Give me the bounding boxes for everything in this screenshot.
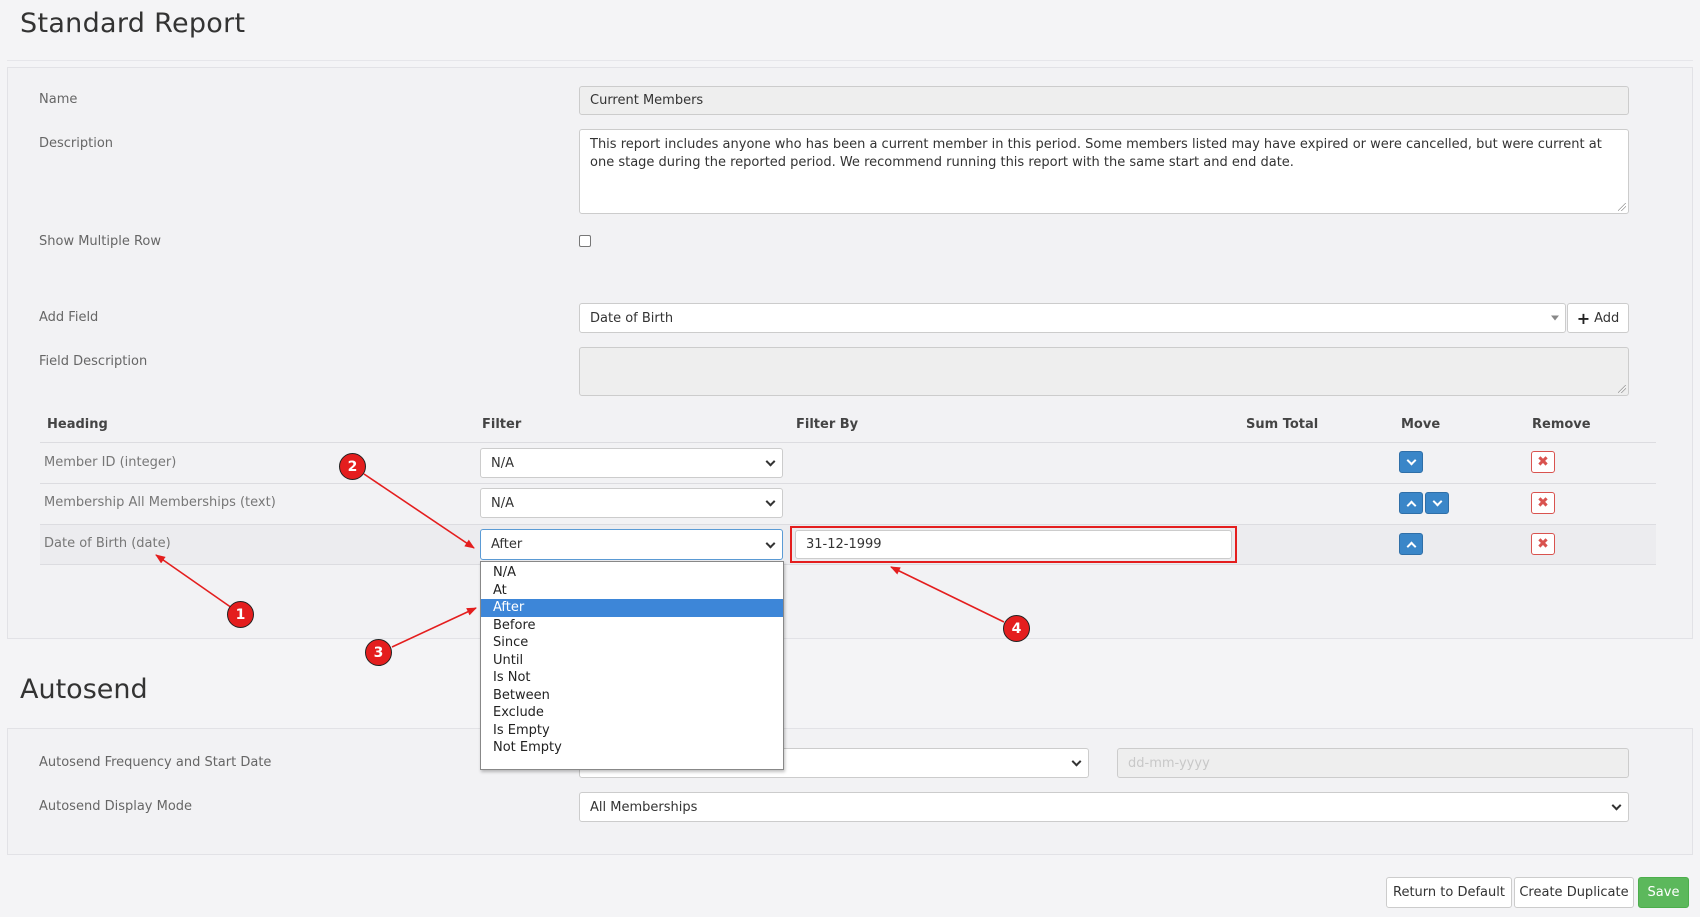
row-heading-membership: Membership All Memberships (text) <box>44 495 276 510</box>
remove-row-button[interactable]: ✖ <box>1531 451 1555 473</box>
header-divider <box>40 442 1656 443</box>
return-to-default-button[interactable]: Return to Default <box>1386 877 1512 908</box>
row-filter-value: After <box>491 537 523 552</box>
name-value: Current Members <box>590 93 704 108</box>
save-button[interactable]: Save <box>1638 877 1689 908</box>
row-heading-member-id: Member ID (integer) <box>44 455 177 470</box>
move-up-button[interactable] <box>1399 492 1423 514</box>
chevron-up-icon <box>1406 541 1416 551</box>
remove-row-button[interactable]: ✖ <box>1531 492 1555 514</box>
autosend-frequency-label: Autosend Frequency and Start Date <box>39 755 272 770</box>
filter-option-after[interactable]: After <box>481 599 783 617</box>
row-heading-date-of-birth: Date of Birth (date) <box>44 536 171 551</box>
chevron-down-icon <box>1406 455 1416 465</box>
chevron-down-icon <box>765 456 776 467</box>
autosend-start-date-placeholder: dd-mm-yyyy <box>1128 755 1210 771</box>
filter-option-until[interactable]: Until <box>481 652 783 670</box>
chevron-down-icon <box>765 538 776 549</box>
remove-row-button[interactable]: ✖ <box>1531 533 1555 555</box>
filter-option-between[interactable]: Between <box>481 687 783 705</box>
row-divider <box>40 564 1656 565</box>
chevron-down-icon <box>1071 756 1082 767</box>
row-filter-select-membership[interactable]: N/A <box>480 488 783 518</box>
add-field-select[interactable]: Date of Birth <box>579 303 1566 333</box>
filter-option-exclude[interactable]: Exclude <box>481 704 783 722</box>
chevron-down-icon <box>1432 496 1442 506</box>
resize-grip-icon[interactable] <box>1618 385 1626 393</box>
add-field-label: Add Field <box>39 310 99 325</box>
header-filter-by: Filter By <box>796 417 859 432</box>
page-title: Standard Report <box>20 8 246 39</box>
move-down-button[interactable] <box>1425 492 1449 514</box>
field-description-label: Field Description <box>39 354 148 369</box>
filter-dropdown-list[interactable]: N/A At After Before Since Until Is Not B… <box>480 561 784 770</box>
field-description-textarea[interactable] <box>579 347 1629 396</box>
filter-option-since[interactable]: Since <box>481 634 783 652</box>
move-down-button[interactable] <box>1399 451 1423 473</box>
caret-down-icon <box>1551 315 1559 321</box>
row-filter-value: N/A <box>491 495 514 511</box>
annotation-marker-2: 2 <box>339 453 366 480</box>
filter-option-before[interactable]: Before <box>481 617 783 635</box>
name-input[interactable]: Current Members <box>579 86 1629 115</box>
description-value: This report includes anyone who has been… <box>590 137 1602 170</box>
show-multiple-row-label: Show Multiple Row <box>39 234 162 249</box>
row-filter-select-member-id[interactable]: N/A <box>480 448 783 478</box>
plus-icon: + <box>1576 308 1591 328</box>
filter-option-not-empty[interactable]: Not Empty <box>481 739 783 757</box>
title-divider <box>7 60 1693 61</box>
chevron-up-icon <box>1406 500 1416 510</box>
header-filter: Filter <box>482 417 522 432</box>
add-button-label: Add <box>1594 310 1620 326</box>
show-multiple-row-checkbox[interactable] <box>579 235 591 247</box>
close-icon: ✖ <box>1537 454 1549 470</box>
close-icon: ✖ <box>1537 536 1549 552</box>
description-label: Description <box>39 136 114 151</box>
header-heading: Heading <box>47 417 108 432</box>
chevron-down-icon <box>765 496 776 507</box>
description-textarea[interactable]: This report includes anyone who has been… <box>579 129 1629 214</box>
move-up-button[interactable] <box>1399 533 1423 555</box>
autosend-display-mode-label: Autosend Display Mode <box>39 799 193 814</box>
row-filter-select-date-of-birth[interactable]: After <box>480 529 783 560</box>
filter-option-na[interactable]: N/A <box>481 564 783 582</box>
header-sum-total: Sum Total <box>1246 417 1319 432</box>
autosend-display-mode-select[interactable]: All Memberships <box>579 792 1629 822</box>
annotation-marker-4: 4 <box>1003 615 1030 642</box>
annotation-marker-3: 3 <box>365 639 392 666</box>
filter-by-value: 31-12-1999 <box>806 537 882 552</box>
add-field-button[interactable]: + Add <box>1567 303 1629 333</box>
filter-by-input[interactable]: 31-12-1999 <box>795 530 1232 559</box>
autosend-display-mode-value: All Memberships <box>590 799 698 815</box>
filter-option-at[interactable]: At <box>481 582 783 600</box>
header-move: Move <box>1401 417 1441 432</box>
chevron-down-icon <box>1611 800 1622 811</box>
autosend-start-date-input[interactable]: dd-mm-yyyy <box>1117 748 1629 778</box>
create-duplicate-button[interactable]: Create Duplicate <box>1514 877 1634 908</box>
resize-grip-icon[interactable] <box>1618 203 1626 211</box>
autosend-title: Autosend <box>20 674 148 705</box>
add-field-value: Date of Birth <box>590 310 674 326</box>
row-filter-value: N/A <box>491 455 514 471</box>
name-label: Name <box>39 92 78 107</box>
annotation-marker-1: 1 <box>227 601 254 628</box>
row-divider <box>40 483 1656 484</box>
filter-option-is-not[interactable]: Is Not <box>481 669 783 687</box>
close-icon: ✖ <box>1537 495 1549 511</box>
filter-option-is-empty[interactable]: Is Empty <box>481 722 783 740</box>
header-remove: Remove <box>1532 417 1591 432</box>
